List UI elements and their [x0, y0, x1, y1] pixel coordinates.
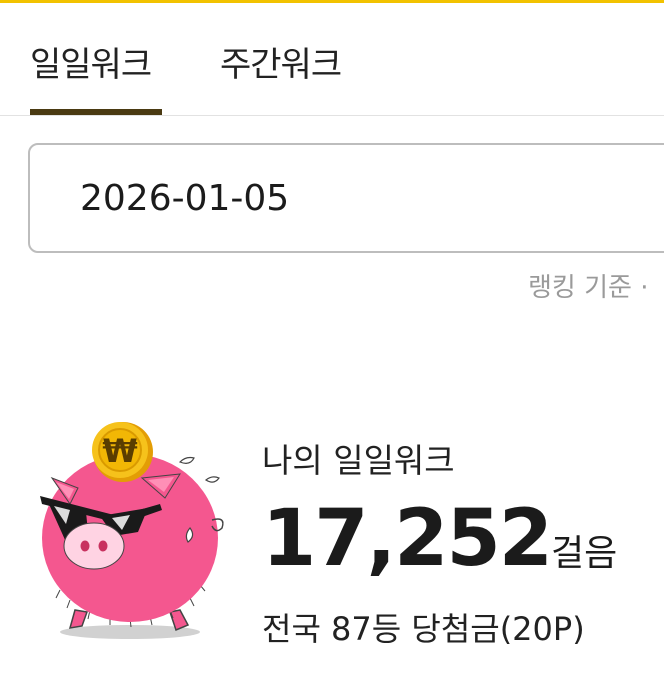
- steps-count: 17,252: [262, 494, 553, 584]
- piggy-bank-mascot-icon: ₩: [40, 422, 224, 639]
- ranking-basis-link[interactable]: 랭킹 기준 ·: [528, 267, 648, 304]
- date-field[interactable]: [28, 143, 664, 253]
- rank-prize-text: 전국 87등 당첨금(20P): [262, 610, 585, 648]
- active-tab-indicator: [30, 109, 162, 115]
- tab-daily-walk[interactable]: 일일워크: [30, 37, 152, 86]
- tab-bar: 일일워크 주간워크: [0, 3, 664, 116]
- steps-display: 17,252걸음: [262, 494, 617, 584]
- my-daily-walk-label: 나의 일일워크: [262, 441, 455, 480]
- steps-unit: 걸음: [551, 533, 618, 574]
- svg-text:₩: ₩: [102, 432, 137, 470]
- tab-weekly-walk[interactable]: 주간워크: [220, 37, 342, 86]
- date-input[interactable]: [80, 178, 640, 219]
